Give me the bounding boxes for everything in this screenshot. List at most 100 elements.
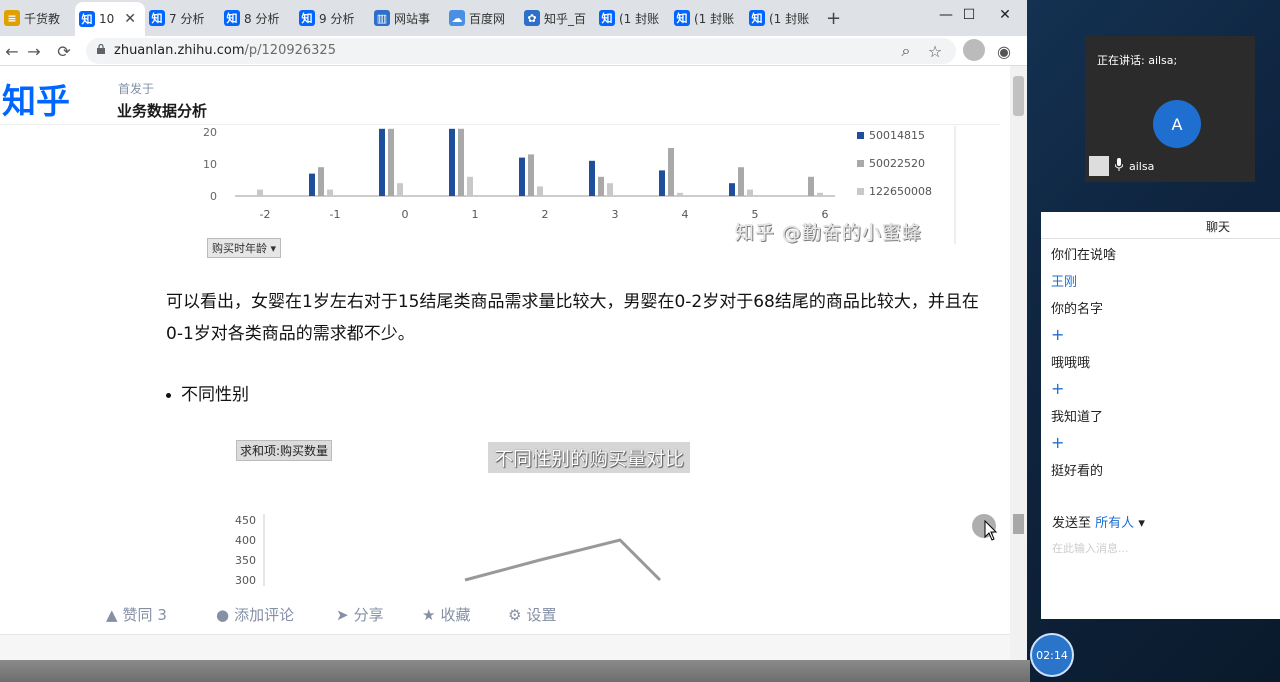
- url-text: zhuanlan.zhihu.com/p/120926325: [114, 43, 336, 58]
- zhihu-logo[interactable]: 知乎: [2, 74, 70, 123]
- star-icon: ★: [422, 605, 436, 624]
- bar: [677, 192, 683, 196]
- taskbar: [0, 660, 1030, 682]
- gear-icon: ⚙: [508, 605, 522, 624]
- chat-message: 哦哦哦: [1051, 356, 1091, 371]
- chat-divider: [1041, 238, 1280, 239]
- scroll-thumb[interactable]: [1013, 76, 1024, 116]
- forward-icon[interactable]: →: [24, 41, 44, 61]
- bar: [528, 154, 534, 196]
- document-icon: ≡: [4, 10, 20, 26]
- browser-tab[interactable]: 知 8 分析: [220, 4, 295, 32]
- back-icon[interactable]: ←: [2, 41, 22, 61]
- profile-avatar[interactable]: [963, 39, 985, 61]
- chat-message: 你们在说啥: [1051, 248, 1117, 263]
- plus-icon: +: [1051, 433, 1065, 452]
- cloud-icon: ☁: [449, 10, 465, 26]
- browser-tab[interactable]: ▥ 网站事: [370, 4, 445, 32]
- like-button[interactable]: ▲ 赞同 3: [106, 604, 167, 625]
- page-scrollbar[interactable]: [1010, 66, 1027, 660]
- zhihu-watermark: 知乎 @勤奋的小蜜蜂: [735, 222, 923, 244]
- bar: [257, 189, 263, 196]
- address-bar[interactable]: zhuanlan.zhihu.com/p/120926325: [86, 38, 956, 64]
- legend-label: 50014815: [869, 129, 925, 142]
- x-tick-label: -1: [330, 208, 341, 221]
- bar: [659, 170, 665, 196]
- browser-tab[interactable]: ≡ 千货教: [0, 4, 75, 32]
- tab-label: 9 分析: [319, 11, 355, 26]
- bar: [519, 157, 525, 196]
- settings-button[interactable]: ⚙ 设置: [508, 604, 556, 625]
- bar: [327, 189, 333, 196]
- browser-tab[interactable]: 知 (1 封账: [670, 4, 745, 32]
- bar: [817, 192, 823, 196]
- tab-label: 7 分析: [169, 11, 205, 26]
- browser-tab[interactable]: 知 7 分析: [145, 4, 220, 32]
- bottom-strip: [0, 634, 1027, 660]
- legend-swatch: [857, 132, 864, 139]
- zhihu-icon: 知: [149, 10, 165, 26]
- reload-icon[interactable]: ⟳: [54, 41, 74, 61]
- extension-icon[interactable]: ◉: [994, 41, 1014, 61]
- camera-icon[interactable]: [1089, 156, 1109, 176]
- favorite-button[interactable]: ★ 收藏: [422, 604, 470, 625]
- y-tick-label: 350: [235, 554, 256, 567]
- article-action-bar: ▲ 赞同 3 ● 添加评论 ➤ 分享 ★ 收藏 ⚙ 设置: [0, 594, 1000, 634]
- chevron-down-icon: ▾: [1138, 516, 1145, 531]
- column-name-link[interactable]: 业务数据分析: [117, 100, 207, 121]
- bookmark-star-icon[interactable]: ☆: [925, 41, 945, 61]
- chat-input[interactable]: 在此输入消息...: [1052, 540, 1129, 556]
- age-filter-button[interactable]: 购买时年龄 ▾: [207, 238, 282, 258]
- browser-tab[interactable]: ☁ 百度网: [445, 4, 520, 32]
- bullet-dot: [166, 392, 171, 398]
- x-tick-label: 3: [612, 208, 619, 221]
- send-to-selector[interactable]: 发送至 所有人 ▾: [1052, 512, 1145, 531]
- browser-window: ≡ 千货教知 10 ✕ 知 7 分析知 8 分析知 9 分析 ▥ 网站事 ☁ 百度网 ✿ 知乎_百知 (1 …: [0, 0, 1027, 660]
- legend-label: 50022520: [869, 157, 925, 170]
- browser-tab[interactable]: 知 (1 封账: [595, 4, 670, 32]
- legend-swatch: [857, 160, 864, 167]
- browser-tab[interactable]: ✿ 知乎_百: [520, 4, 595, 32]
- zoom-icon[interactable]: ⌕: [896, 41, 916, 61]
- browser-tab[interactable]: 知 9 分析: [295, 4, 370, 32]
- browser-toolbar: ← → ⟳ zhuanlan.zhihu.com/p/120926325 ⌕ ☆…: [0, 36, 1027, 66]
- participant-avatar: A: [1153, 100, 1201, 148]
- comment-button[interactable]: ● 添加评论: [216, 604, 294, 625]
- bar: [747, 189, 753, 196]
- mouse-cursor-icon: [984, 520, 998, 541]
- scroll-marker: [1013, 514, 1024, 534]
- bar: [449, 128, 455, 196]
- x-tick-label: -2: [260, 208, 271, 221]
- close-icon[interactable]: ✕: [124, 11, 136, 27]
- bar: [598, 176, 604, 196]
- y-tick-label: 10: [203, 158, 217, 171]
- series-line: [464, 538, 662, 582]
- gender-line-chart: 450 400 350 300: [235, 514, 662, 586]
- article-paragraph: 可以看出，女婴在1岁左右对于15结尾类商品需求量比较大，男婴在0-2岁对于68结…: [166, 292, 979, 344]
- zhihu-icon: 知: [79, 11, 95, 27]
- tab-label: (1 封账: [769, 11, 810, 26]
- share-button[interactable]: ➤ 分享: [336, 604, 384, 625]
- y-tick-label: 20: [203, 126, 217, 139]
- x-tick-label: 1: [472, 208, 479, 221]
- legend-label: 122650008: [869, 185, 932, 198]
- bullet-item: 不同性别: [166, 380, 249, 405]
- article-page: 知乎 首发于 业务数据分析 0 10 20 -2 -1 0 1 2 3 4 5 6 50014815 50…: [0, 66, 1027, 660]
- browser-tab[interactable]: 知 (1 封账: [745, 4, 820, 32]
- new-tab-button[interactable]: +: [826, 8, 841, 29]
- like-icon: ▲: [106, 605, 118, 624]
- x-tick-label: 2: [542, 208, 549, 221]
- tab-bar: ≡ 千货教知 10 ✕ 知 7 分析知 8 分析知 9 分析 ▥ 网站事 ☁ 百度网 ✿ 知乎_百知 (1 …: [0, 0, 1027, 36]
- participant-name: ailsa: [1129, 160, 1155, 173]
- bar: [729, 183, 735, 196]
- microphone-icon[interactable]: [1115, 158, 1123, 172]
- lock-icon: [97, 44, 105, 54]
- close-window-button[interactable]: ✕: [982, 0, 1027, 30]
- tab-label: 千货教: [24, 11, 61, 26]
- browser-tab[interactable]: 知 10 ✕: [75, 2, 145, 36]
- tab-label: (1 封账: [694, 11, 735, 26]
- bar: [738, 167, 744, 196]
- y-tick-label: 300: [235, 574, 256, 586]
- gender-chart-title: 不同性别的购买量对比: [488, 442, 691, 473]
- chat-message: 挺好看的: [1051, 464, 1104, 479]
